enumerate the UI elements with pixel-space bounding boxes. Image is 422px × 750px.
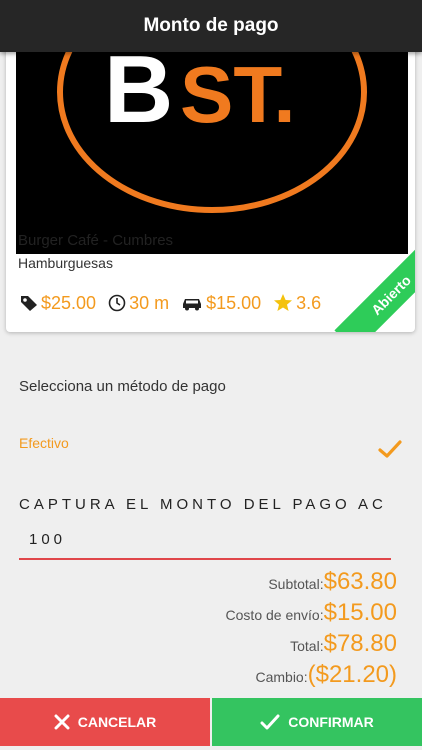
change-value: ($21.20) xyxy=(307,661,397,688)
restaurant-category: Hamburguesas xyxy=(18,255,113,271)
price-tag-icon xyxy=(21,296,37,311)
confirm-button[interactable]: CONFIRMAR xyxy=(212,698,422,746)
total-row: Total: $78.80 xyxy=(226,630,397,661)
restaurant-card[interactable]: B ST. Burger Café - Cumbres Hamburguesas… xyxy=(6,44,415,332)
cancel-button[interactable]: CANCELAR xyxy=(0,698,210,746)
total-label: Total: xyxy=(290,638,324,654)
star-icon xyxy=(274,294,293,311)
total-value: $78.80 xyxy=(323,630,397,657)
payment-method-option[interactable]: Efectivo xyxy=(0,425,422,465)
time-value: 30 m xyxy=(129,292,170,313)
shipping-value: $15.00 xyxy=(323,599,397,626)
confirm-button-label: CONFIRMAR xyxy=(288,714,374,730)
restaurant-stats: $25.00 30 m $15.00 3.6 xyxy=(20,290,333,316)
payment-method-name: Efectivo xyxy=(19,435,69,451)
restaurant-name: Burger Café - Cumbres xyxy=(18,232,174,249)
checkmark-icon xyxy=(260,714,280,730)
delivery-stat: $15.00 xyxy=(181,293,261,314)
shipping-label: Costo de envío: xyxy=(225,607,324,623)
car-icon xyxy=(183,299,202,311)
close-icon xyxy=(54,714,70,730)
min-order-value: $25.00 xyxy=(41,292,97,313)
cancel-button-label: CANCELAR xyxy=(77,714,157,730)
min-order-stat: $25.00 xyxy=(20,293,96,314)
delivery-value: $15.00 xyxy=(206,292,262,313)
app-header: Monto de pago xyxy=(0,0,422,52)
order-totals: Subtotal: $63.80 Costo de envío: $15.00 … xyxy=(226,568,397,692)
logo-letter-b: B xyxy=(104,52,173,143)
logo-letters-st: ST. xyxy=(180,52,296,139)
clock-icon xyxy=(108,294,126,312)
payment-method-heading: Selecciona un método de pago xyxy=(19,378,226,395)
amount-field-label: CAPTURA EL MONTO DEL PAGO AC xyxy=(19,496,387,513)
rating-value: 3.6 xyxy=(296,292,322,313)
change-row: Cambio: ($21.20) xyxy=(226,661,397,692)
page-title: Monto de pago xyxy=(143,15,279,36)
restaurant-logo-banner: B ST. xyxy=(16,52,408,254)
restaurant-logo: B ST. xyxy=(16,52,408,254)
amount-input[interactable] xyxy=(19,520,391,560)
rating-stat: 3.6 xyxy=(273,293,321,314)
subtotal-value: $63.80 xyxy=(323,568,397,595)
subtotal-row: Subtotal: $63.80 xyxy=(226,568,397,599)
time-stat: 30 m xyxy=(108,293,169,314)
check-icon xyxy=(378,440,402,458)
subtotal-label: Subtotal: xyxy=(268,576,324,592)
shipping-row: Costo de envío: $15.00 xyxy=(226,599,397,630)
change-label: Cambio: xyxy=(255,669,308,685)
